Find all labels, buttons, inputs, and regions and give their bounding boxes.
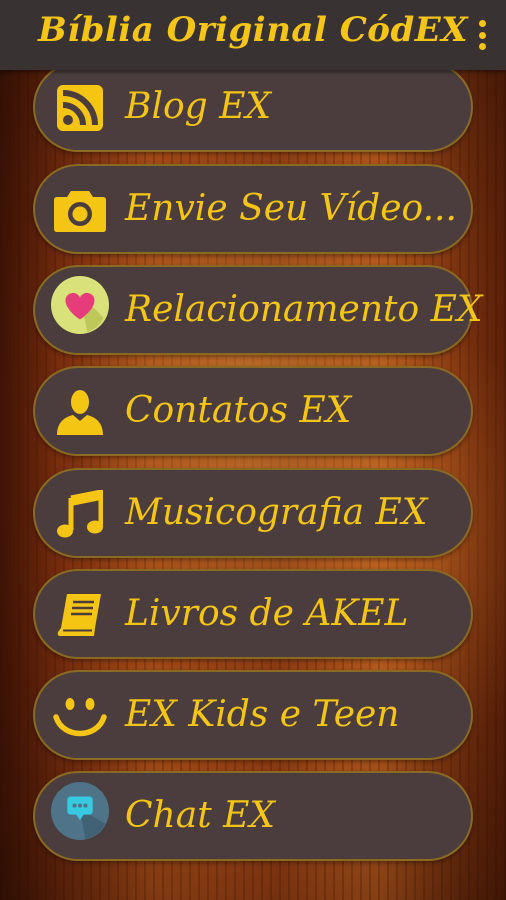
more-options-icon[interactable] [476,20,488,50]
camera-icon [51,184,109,236]
menu-item-label: EX Kids e Teen [125,694,400,735]
rss-feed-icon [51,82,109,134]
menu-item-blog-ex[interactable]: Blog EX [33,62,473,152]
music-note-icon [51,488,109,540]
menu-item-label: Blog EX [125,86,272,127]
menu-item-relationship[interactable]: Relacionamento EX [33,265,483,355]
menu-item-label: Chat EX [125,795,276,836]
menu-item-label: Contatos EX [125,390,352,431]
menu-item-musicography[interactable]: Musicografia EX [33,468,473,558]
menu-item-chat[interactable]: Chat EX [33,771,473,861]
menu-item-akel-books[interactable]: Livros de AKEL [33,569,473,659]
chat-bubble-icon [51,782,109,840]
menu-item-label: Envie Seu Vídeo... [125,188,457,229]
main-menu: Blog EX Envie Seu Vídeo... Relacionament… [0,0,506,900]
menu-item-label: Livros de AKEL [125,593,409,634]
book-icon [51,589,109,641]
smiley-icon [51,690,109,742]
menu-item-label: Relacionamento EX [125,289,483,330]
menu-item-kids-teen[interactable]: EX Kids e Teen [33,670,473,760]
app-bar: Bíblia Original CódEX [0,0,506,70]
person-icon [51,386,109,438]
heart-icon [51,276,109,334]
menu-item-send-video[interactable]: Envie Seu Vídeo... [33,164,473,254]
menu-item-label: Musicografia EX [125,492,428,533]
app-title: Bíblia Original CódEX [37,10,469,50]
menu-item-contacts[interactable]: Contatos EX [33,366,473,456]
